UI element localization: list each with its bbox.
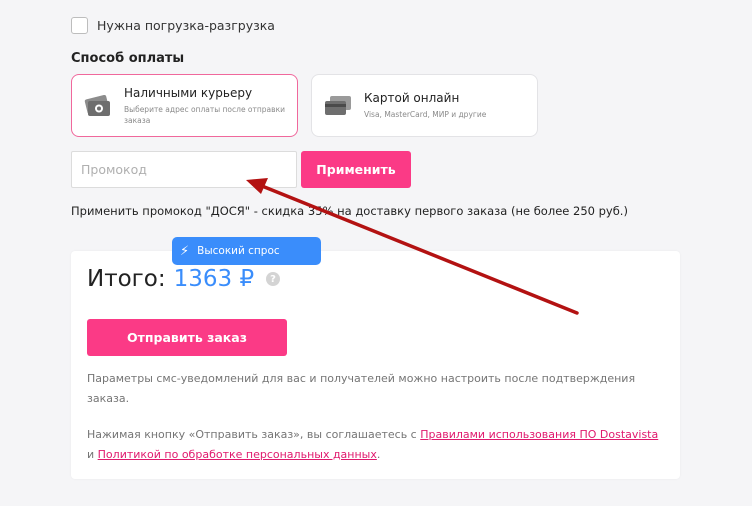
payment-option-card-subtitle: Visa, MasterCard, МИР и другие (364, 110, 487, 119)
total-label: Итого: (87, 266, 166, 292)
payment-option-card-title: Картой онлайн (364, 91, 460, 105)
total-value: 1363 ₽ (173, 266, 255, 292)
privacy-policy-link[interactable]: Политикой по обработке персональных данн… (98, 448, 377, 461)
terms-of-use-link[interactable]: Правилами использования ПО Dostavista (420, 428, 658, 441)
payment-option-cash-subtitle: Выберите адрес оплаты после отправки зак… (124, 104, 285, 125)
total-row: Итого: 1363 ₽ ? (87, 266, 281, 292)
payment-method-title: Способ оплаты (71, 51, 185, 66)
card-icon (322, 90, 354, 122)
payment-option-cash-title: Наличными курьеру (124, 85, 253, 100)
agreement-prefix: Нажимая кнопку «Отправить заказ», вы сог… (87, 428, 421, 441)
question-icon[interactable]: ? (266, 272, 281, 286)
loading-checkbox-row[interactable]: Нужна погрузка-разгрузка (71, 17, 275, 34)
payment-option-card-online[interactable]: Картой онлайн Visa, MasterCard, МИР и др… (311, 74, 538, 137)
cash-icon (82, 90, 114, 122)
agreement-middle: и (87, 448, 98, 461)
loading-checkbox-label: Нужна погрузка-разгрузка (97, 18, 275, 33)
high-demand-badge: ⚡ Высокий спрос (172, 237, 321, 265)
apply-promo-button[interactable]: Применить (301, 151, 411, 188)
loading-checkbox[interactable] (71, 17, 88, 34)
promo-note: Применить промокод "ДОСЯ" - скидка 35% н… (71, 204, 628, 218)
sms-settings-note: Параметры смс-уведомлений для вас и полу… (87, 372, 636, 405)
high-demand-label: Высокий спрос (197, 245, 280, 257)
promo-code-input[interactable] (71, 151, 297, 188)
submit-order-button[interactable]: Отправить заказ (87, 319, 287, 356)
agreement-suffix: . (376, 448, 381, 461)
agreement-note: Нажимая кнопку «Отправить заказ», вы сог… (87, 425, 667, 465)
lightning-icon: ⚡ (180, 243, 190, 259)
payment-option-cash[interactable]: Наличными курьеру Выберите адрес оплаты … (71, 74, 298, 137)
